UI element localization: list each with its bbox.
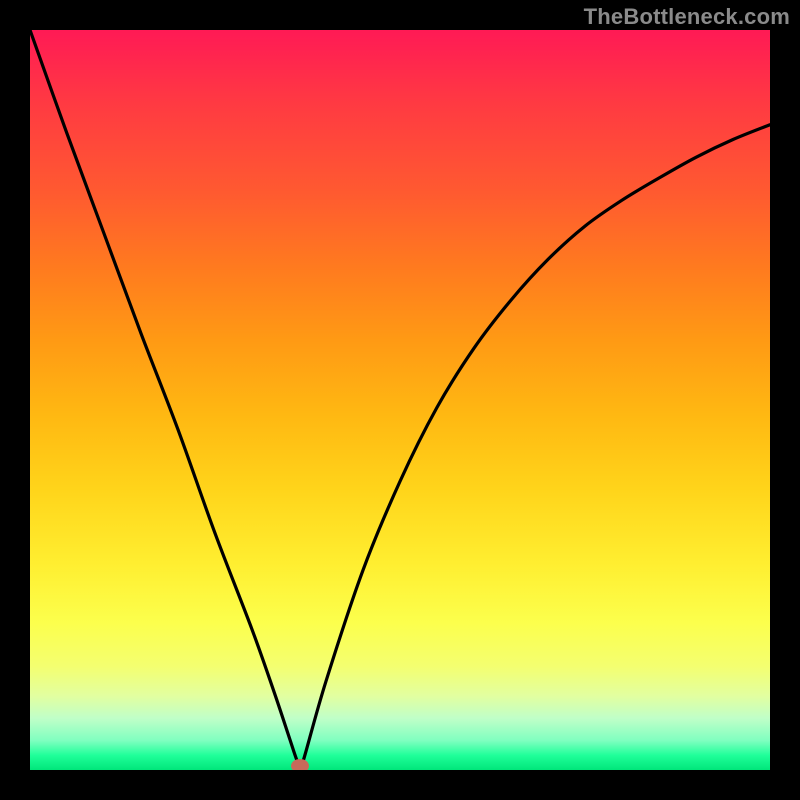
plot-area [30, 30, 770, 770]
watermark: TheBottleneck.com [584, 4, 790, 30]
bottleneck-curve [30, 30, 770, 770]
chart-frame: TheBottleneck.com [0, 0, 800, 800]
optimal-point-marker [291, 759, 309, 770]
